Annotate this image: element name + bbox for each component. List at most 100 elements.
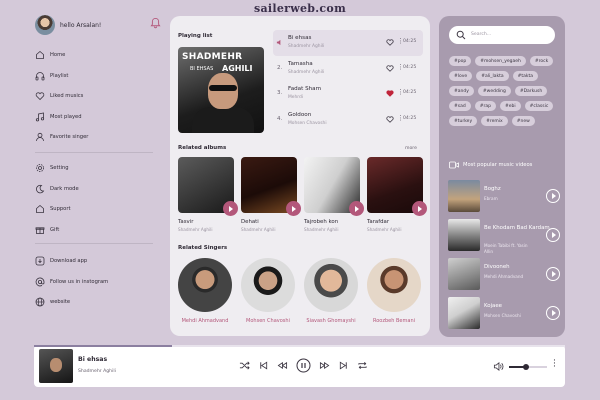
play-icon[interactable]	[349, 201, 364, 216]
play-icon[interactable]	[546, 228, 560, 242]
track-row[interactable]: Bi ehsas Shadmehr Aghili ⋮ 04:25	[273, 30, 423, 56]
related-albums-heading: Related albums	[178, 145, 227, 151]
tag[interactable]: #pop	[449, 56, 472, 66]
tag[interactable]: #remix	[481, 116, 508, 126]
track-number: 2.	[277, 64, 283, 71]
now-playing-cover[interactable]: SHADMEHR BI EHSAS AGHILI	[178, 47, 264, 133]
video-item[interactable]: Divooneh Mehdi Ahmadvand	[448, 258, 560, 290]
nav-item-dark-mode[interactable]: Dark mode	[35, 179, 160, 200]
video-item[interactable]: Boghz Ebram	[448, 180, 560, 212]
nav-item-setting[interactable]: Setting	[35, 158, 160, 179]
nav-item-download-app[interactable]: Download app	[35, 251, 160, 272]
album-card[interactable]: Dehati Shadmehr Aghili	[241, 157, 301, 232]
search-input[interactable]: Search...	[449, 26, 555, 44]
video-item[interactable]: Be Khodam Bad Kardam Moein Tabibi ft. Ya…	[448, 219, 560, 254]
tag[interactable]: #rap	[474, 101, 496, 111]
skip-previous-icon[interactable]	[258, 360, 269, 371]
tag[interactable]: #turkey	[449, 116, 478, 126]
avatar[interactable]	[35, 15, 55, 35]
nav-secondary: Setting Dark mode Support Gift	[35, 158, 160, 240]
album-card[interactable]: Tasvir Shadmehr Aghili	[178, 157, 238, 232]
player-title: Bi ehsas	[78, 356, 108, 363]
music-note-icon	[35, 112, 45, 122]
play-icon[interactable]	[412, 201, 427, 216]
album-cover	[304, 157, 364, 216]
player-cover[interactable]	[39, 349, 73, 383]
rewind-icon[interactable]	[277, 360, 288, 371]
home-icon	[36, 205, 44, 214]
nav-primary: Home Playlist Liked musics Most played F…	[35, 45, 160, 148]
play-icon[interactable]	[546, 189, 560, 203]
video-artist: Mohsen Chavoshi	[484, 313, 521, 318]
track-duration: 04:25	[403, 64, 417, 70]
track-row[interactable]: 4. Goldoon Mohsen Chavoshi ⋮ 04:25	[273, 107, 423, 133]
video-thumbnail	[448, 297, 480, 329]
nav-item-favorite-singer[interactable]: Favorite singer	[35, 127, 160, 148]
album-card[interactable]: Tarafdar Shadmehr Aghili	[367, 157, 427, 232]
tag[interactable]: #takta	[512, 71, 539, 81]
nav-item-most-played[interactable]: Most played	[35, 107, 160, 128]
video-thumbnail	[448, 219, 480, 251]
progress-fill	[34, 345, 173, 347]
heart-icon[interactable]	[386, 115, 394, 123]
nav-item-home[interactable]: Home	[35, 45, 160, 66]
tag[interactable]: #andy	[449, 86, 474, 96]
tag[interactable]: #love	[449, 71, 473, 81]
track-row[interactable]: 3. Fadat Sham Mehrdi ⋮ 04:25	[273, 81, 423, 107]
heart-icon[interactable]	[386, 39, 394, 46]
player-bar: Bi ehsas Shadmehr Aghili · · ·	[34, 345, 565, 387]
tag[interactable]: #new	[511, 116, 535, 126]
tag[interactable]: #ali_lakta	[476, 71, 509, 81]
volume-slider[interactable]	[509, 363, 547, 370]
more-options-icon[interactable]: · · ·	[553, 357, 557, 372]
play-icon[interactable]	[286, 201, 301, 216]
cover-text: SHADMEHR	[182, 52, 243, 62]
divider	[35, 243, 153, 244]
nav-item-playlist[interactable]: Playlist	[35, 66, 160, 87]
play-icon[interactable]	[223, 201, 238, 216]
singer-name: Siavash Ghomayshi	[306, 318, 356, 324]
track-artist: Shadmehr Aghili	[288, 69, 325, 75]
playback-progress[interactable]	[34, 345, 565, 347]
volume-knob[interactable]	[523, 363, 530, 370]
tag[interactable]: #ebi	[499, 101, 521, 111]
singer-card[interactable]: Siavash Ghomayshi	[302, 258, 360, 324]
fast-forward-icon[interactable]	[319, 360, 330, 371]
singer-card[interactable]: Mehdi Ahmadvand	[176, 258, 234, 324]
more-link[interactable]: more	[405, 146, 417, 151]
player-artist: Shadmehr Aghili	[78, 369, 116, 374]
nav-item-instagram[interactable]: Follow us in instogram	[35, 272, 160, 293]
tag[interactable]: #rock	[529, 56, 554, 66]
tag[interactable]: #classic	[524, 101, 554, 111]
nav-item-liked-musics[interactable]: Liked musics	[35, 86, 160, 107]
shuffle-icon[interactable]	[239, 360, 250, 371]
main-panel: Playing list SHADMEHR BI EHSAS AGHILI Bi…	[170, 16, 430, 336]
heart-filled-icon[interactable]	[386, 90, 394, 97]
nav-item-support[interactable]: Support	[35, 199, 160, 220]
nav-item-gift[interactable]: Gift	[35, 220, 160, 241]
video-item[interactable]: Kojaee Mohsen Chavoshi	[448, 297, 560, 329]
user-profile[interactable]: hello Arsalan!	[35, 15, 101, 35]
singer-card[interactable]: Mohsen Chavoshi	[239, 258, 297, 324]
bell-icon[interactable]	[150, 17, 161, 29]
nav-item-website[interactable]: website	[35, 292, 160, 313]
repeat-icon[interactable]	[357, 360, 368, 371]
search-icon	[456, 30, 466, 40]
heart-icon[interactable]	[386, 64, 394, 72]
volume-icon[interactable]	[493, 361, 504, 372]
skip-next-icon[interactable]	[338, 360, 349, 371]
track-number: 4.	[277, 115, 283, 122]
video-camera-icon	[449, 161, 459, 169]
tag[interactable]: #sad	[449, 101, 471, 111]
pause-icon[interactable]	[296, 358, 311, 373]
tag[interactable]: #wedding	[477, 86, 511, 96]
play-icon[interactable]	[546, 267, 560, 281]
gift-icon	[35, 227, 45, 234]
album-name: Tajrobeh kon	[304, 219, 339, 225]
tag[interactable]: #Darkush	[514, 86, 548, 96]
play-icon[interactable]	[546, 306, 560, 320]
singer-card[interactable]: Roozbeh Bemani	[365, 258, 423, 324]
track-row[interactable]: 2. Tamasha Shadmehr Aghili ⋮ 04:25	[273, 56, 423, 82]
tag[interactable]: #mohsen_yegaeh	[475, 56, 526, 66]
album-card[interactable]: Tajrobeh kon Shadmehr Aghili	[304, 157, 364, 232]
